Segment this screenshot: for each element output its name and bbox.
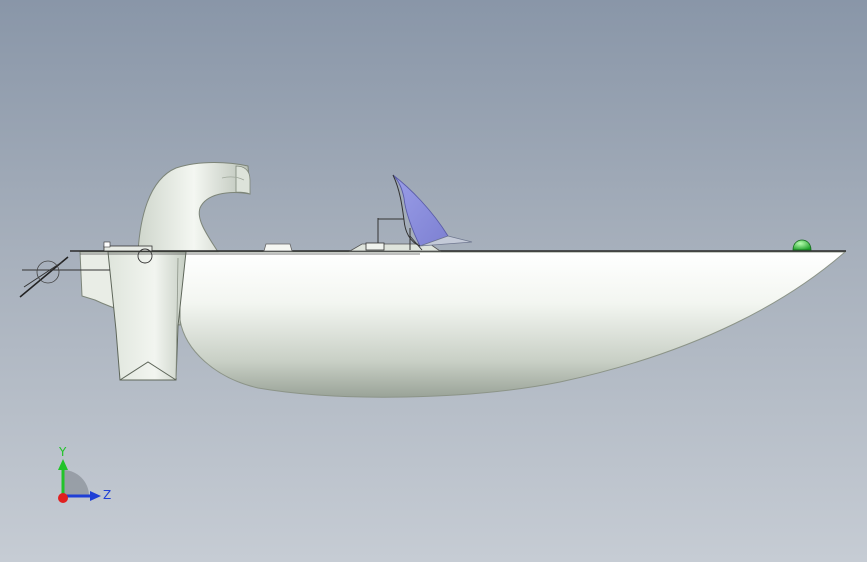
- rear-rail-cap: [103, 241, 111, 248]
- x-axis-origin-icon[interactable]: [58, 493, 68, 503]
- triad-quadrant: [63, 470, 89, 496]
- nav-light-icon[interactable]: [792, 239, 812, 251]
- air-intake-duct[interactable]: [137, 162, 251, 253]
- hull-body[interactable]: [179, 251, 847, 398]
- cad-viewport[interactable]: Y Z: [0, 0, 867, 562]
- windshield-glass[interactable]: [392, 174, 449, 247]
- rear-pole-secondary: [23, 261, 63, 288]
- y-axis-arrowhead: [58, 459, 68, 470]
- y-axis-label: Y: [58, 445, 67, 459]
- deck-hatch[interactable]: [263, 243, 293, 252]
- rear-pole-circle: [36, 260, 60, 284]
- cockpit-console[interactable]: [365, 242, 385, 251]
- rear-fin[interactable]: [107, 251, 187, 381]
- rear-rail[interactable]: [103, 245, 153, 252]
- z-axis-label: Z: [103, 488, 111, 502]
- boat-model-scene[interactable]: Y Z: [0, 0, 867, 562]
- axis-triad[interactable]: Y Z: [58, 445, 111, 503]
- z-axis-arrowhead: [90, 491, 101, 501]
